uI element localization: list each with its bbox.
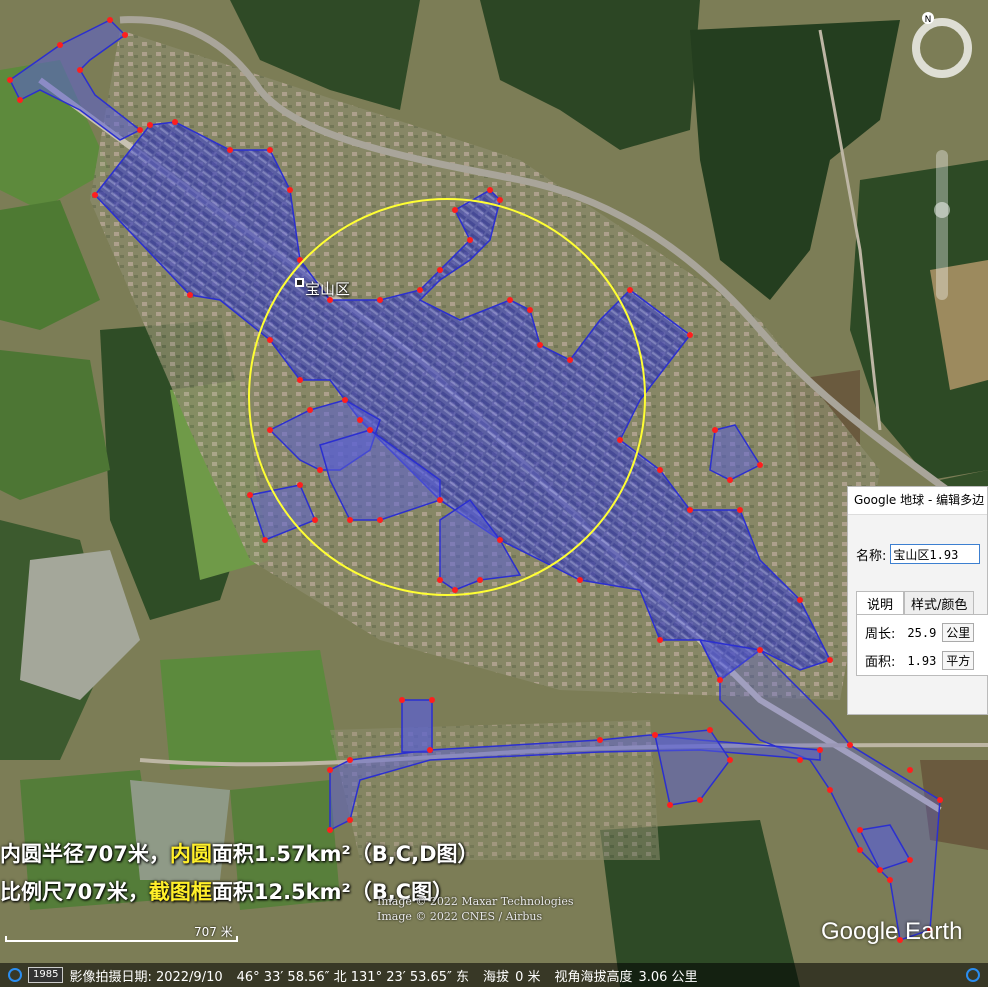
placemark-icon[interactable] (295, 278, 304, 287)
historical-year-badge[interactable]: 1985 (28, 967, 64, 983)
name-row: 名称: (856, 544, 981, 564)
measurements-pane: 周长: 25.9 公里 面积: 1.93 平方 (856, 614, 988, 676)
area-row: 面积: 1.93 平方 (865, 651, 975, 670)
navigation-controls[interactable]: N (900, 6, 984, 90)
name-input[interactable] (890, 544, 981, 564)
name-label: 名称: (856, 548, 887, 564)
compass-ring (912, 18, 972, 78)
caption-line-1: 内圆半径707米，内圆面积1.57km²（B,C,D图） (0, 838, 479, 868)
elevation-label: 海拔 (483, 969, 510, 985)
caption-1-part-b: 面积1.57km²（B,C,D图） (211, 842, 479, 866)
caption-2-part-a: 比例尺707米， (0, 880, 149, 904)
perimeter-unit-select[interactable]: 公里 (942, 623, 975, 642)
district-polygon-block (401, 699, 433, 753)
tab-description[interactable]: 说明 (856, 591, 905, 616)
zoom-slider[interactable] (930, 150, 954, 300)
compass-north-label: N (925, 15, 932, 25)
dialog-title[interactable]: Google 地球 - 编辑多边 (848, 487, 987, 515)
caption-1-part-a: 内圆半径707米， (0, 842, 170, 866)
imagery-attribution-1: Image © 2022 Maxar Technologies (377, 895, 574, 908)
dialog-tabs: 说明 样式/颜色 (856, 591, 975, 616)
eye-altitude-value: 3.06 公里 (638, 969, 698, 985)
caption-2-highlight: 截图框 (148, 880, 212, 904)
area-value: 1.93 (907, 653, 937, 668)
elevation-value: 0 米 (515, 969, 541, 985)
area-unit-select[interactable]: 平方 (942, 651, 975, 670)
perimeter-value: 25.9 (907, 625, 937, 640)
historical-imagery-icon[interactable] (8, 968, 22, 982)
perimeter-row: 周长: 25.9 公里 (865, 623, 975, 642)
scale-bar (5, 936, 238, 942)
imagery-date: 影像拍摄日期: 2022/9/10 (69, 969, 223, 985)
google-earth-logo: Google Earth (821, 918, 963, 945)
field-area (160, 650, 340, 770)
cursor-coordinates: 46° 33′ 58.56″ 北 131° 23′ 53.65″ 东 (236, 969, 470, 985)
edit-polygon-dialog: Google 地球 - 编辑多边 名称: 说明 样式/颜色 周长: 25.9 公… (847, 486, 988, 715)
imagery-attribution-2: Image © 2022 CNES / Airbus (377, 910, 543, 923)
loading-indicator-icon (966, 968, 980, 982)
caption-1-highlight: 内圆 (169, 842, 212, 866)
tab-style-color[interactable]: 样式/颜色 (904, 591, 975, 616)
placemark-label[interactable]: 宝山区 (305, 278, 350, 299)
status-bar: 1985 影像拍摄日期: 2022/9/10 46° 33′ 58.56″ 北 … (0, 963, 988, 987)
area-label: 面积: (865, 655, 896, 670)
perimeter-label: 周长: (865, 627, 896, 642)
eye-altitude-label: 视角海拔高度 (554, 969, 633, 985)
